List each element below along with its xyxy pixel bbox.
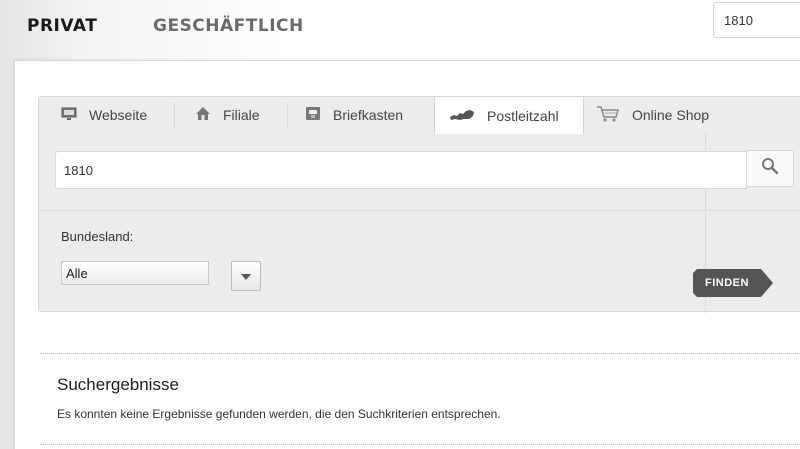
nav-privat[interactable]: PRIVAT [27,16,97,36]
postleitzahl-search-input[interactable] [55,151,747,189]
search-button[interactable] [746,150,794,187]
results-bottom-divider [40,444,800,445]
tab-separator [287,103,288,129]
bundesland-dropdown-button[interactable] [231,261,261,291]
search-tabs: Webseite Filiale Briefkasten Postleitzah… [39,97,800,134]
tab-label: Webseite [89,107,148,123]
tab-online-shop[interactable]: Online Shop [596,97,746,133]
austria-map-icon [449,108,475,124]
widget-divider [39,210,800,211]
tab-separator [174,103,175,129]
chevron-down-icon [241,267,251,285]
monitor-icon [61,107,77,124]
mailbox-icon [305,106,321,124]
tab-label: Briefkasten [333,107,404,123]
magnifier-icon [761,157,779,180]
bundesland-select[interactable]: Alle [61,261,209,285]
tab-label: Postleitzahl [487,107,559,124]
results-top-divider [40,353,800,354]
nav-geschaeftlich[interactable]: GESCHÄFTLICH [153,16,304,36]
bundesland-label: Bundesland: [61,229,134,244]
results-message: Es konnten keine Ergebnisse gefunden wer… [57,407,501,421]
tab-filiale[interactable]: Filiale [195,97,295,133]
tab-webseite[interactable]: Webseite [61,97,191,133]
results-title: Suchergebnisse [57,375,179,394]
tab-label: Filiale [223,107,260,123]
top-navigation: PRIVAT GESCHÄFTLICH [0,0,800,58]
finden-button[interactable]: FINDEN [693,269,773,297]
house-icon [195,106,211,124]
tab-postleitzahl[interactable]: Postleitzahl [434,97,584,134]
header-search-input[interactable] [713,2,800,38]
tab-briefkasten[interactable]: Briefkasten [305,97,445,133]
shopping-cart-icon [596,105,620,126]
search-widget: Webseite Filiale Briefkasten Postleitzah… [38,96,800,313]
tab-label: Online Shop [632,107,710,123]
